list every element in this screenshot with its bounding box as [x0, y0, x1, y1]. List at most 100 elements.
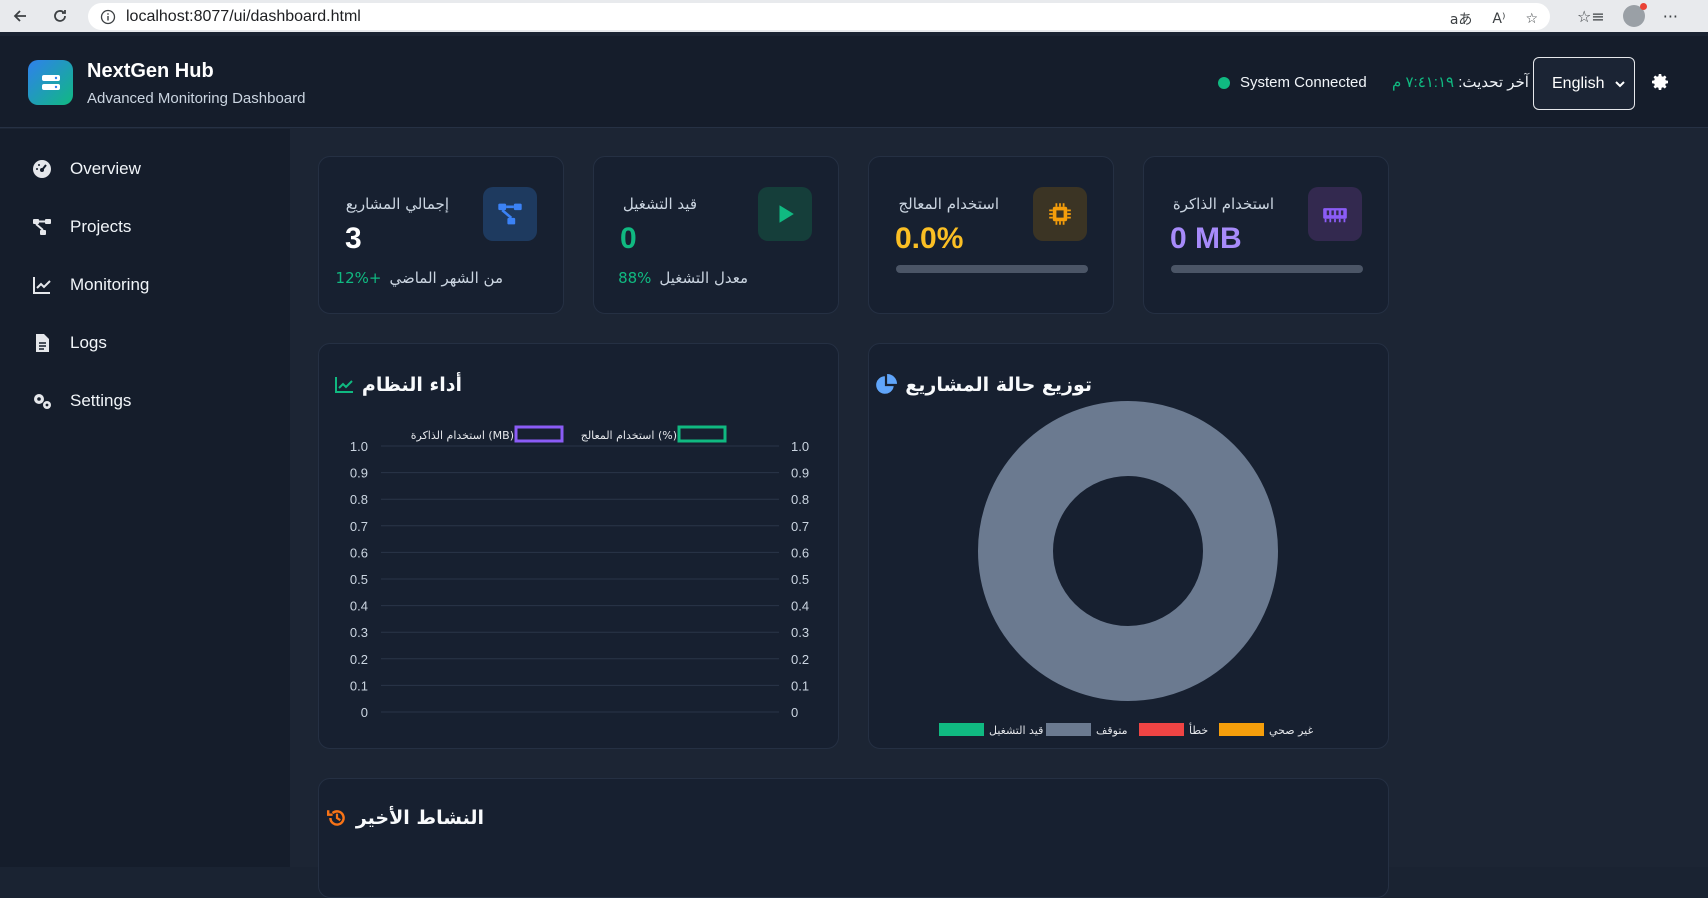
cogs-icon [34, 394, 51, 409]
sidebar-item-label: Overview [70, 159, 141, 178]
project-diagram-icon [483, 187, 537, 241]
profile-avatar[interactable] [1622, 3, 1647, 27]
y-tick-left: 0.4 [350, 599, 368, 614]
translate-icon[interactable]: aあ [1450, 9, 1473, 29]
history-icon [326, 810, 345, 826]
app-header: NextGen Hub Advanced Monitoring Dashboar… [0, 36, 1708, 128]
y-tick-right: 0.2 [791, 652, 809, 667]
stat-footer: معدل التشغيل 88% [618, 269, 748, 287]
info-icon [100, 9, 116, 24]
connection-status: System Connected [1218, 74, 1367, 91]
stat-title: استخدام الذاكرة [1172, 195, 1274, 213]
cpu-icon [1033, 187, 1087, 241]
brand-title: NextGen Hub [87, 60, 214, 82]
stat-value: 0.0% [895, 222, 964, 255]
stat-footer: من الشهر الماضي +12% [336, 269, 503, 287]
chart-line-icon [33, 277, 51, 294]
stat-foot-text: من الشهر الماضي [389, 269, 503, 287]
stat-foot-pct: 88% [618, 269, 652, 287]
y-tick-right: 0.4 [791, 599, 809, 614]
legend-swatch [1139, 723, 1184, 736]
legend-label: استخدام الذاكرة (MB) [411, 429, 514, 442]
panel-title-text: النشاط الأخير [355, 807, 484, 829]
last-update-time: ٧:٤١:١٩ م [1392, 74, 1455, 91]
sidebar-item-logs[interactable]: Logs [32, 328, 107, 358]
legend-label: متوقف [1096, 724, 1128, 737]
stat-title: استخدام المعالج [898, 195, 999, 213]
browser-toolbar: localhost:8077/ui/dashboard.html aあ A⁾ ☆… [0, 0, 1708, 32]
stat-title: قيد التشغيل [622, 195, 697, 213]
y-tick-left: 0.7 [350, 519, 368, 534]
sidebar-item-settings[interactable]: Settings [32, 386, 131, 416]
address-bar[interactable]: localhost:8077/ui/dashboard.html aあ A⁾ ☆ [88, 3, 1550, 30]
more-icon[interactable]: ··· [1663, 7, 1678, 26]
cpu-progress-bar [896, 265, 1088, 273]
project-status-panel: توزيع حالة المشاريع قيد التشغيل متوقف خطأ غ… [868, 343, 1389, 749]
legend-swatch [1046, 723, 1091, 736]
legend-swatch [939, 723, 984, 736]
gear-icon[interactable] [1650, 72, 1670, 92]
performance-line-chart: استخدام الذاكرة (MB) استخدام المعالج (%) 1… [350, 425, 809, 720]
brand-subtitle: Advanced Monitoring Dashboard [87, 90, 306, 107]
stat-card-running: قيد التشغيل 0 معدل التشغيل 88% [593, 156, 839, 314]
app-root: NextGen Hub Advanced Monitoring Dashboar… [0, 36, 1708, 898]
stat-value: 3 [345, 222, 362, 255]
legend-label: غير صحي [1269, 724, 1313, 737]
last-update: آخر تحديث: ٧:٤١:١٩ م [1392, 73, 1529, 91]
y-tick-left: 0.3 [350, 625, 368, 640]
y-tick-left: 0.9 [350, 466, 368, 481]
sidebar: Overview Projects Monitoring Logs Settin… [0, 129, 290, 867]
stat-card-cpu: استخدام المعالج 0.0% [868, 156, 1114, 314]
legend-swatch [1219, 723, 1264, 736]
star-icon[interactable]: ☆ [1525, 11, 1538, 27]
y-tick-right: 0.6 [791, 545, 809, 560]
chevron-down-icon [1615, 80, 1625, 87]
panel-title: النشاط الأخير [326, 807, 484, 829]
language-value: English [1552, 74, 1605, 92]
legend-label: استخدام المعالج (%) [581, 429, 677, 442]
pie-slice [978, 401, 1278, 701]
legend-swatch [677, 425, 727, 443]
play-icon [758, 187, 812, 241]
memory-progress-bar [1171, 265, 1363, 273]
stat-foot-text: معدل التشغيل [659, 269, 748, 287]
legend-label: خطأ [1189, 722, 1208, 737]
project-diagram-icon [33, 219, 51, 235]
status-text: System Connected [1240, 74, 1367, 91]
system-performance-panel: أداء النظام استخدام الذاكرة (MB) استخدام … [318, 343, 839, 749]
y-tick-right: 0.3 [791, 625, 809, 640]
legend-swatch [514, 425, 564, 443]
stat-value: 0 MB [1170, 222, 1242, 255]
stat-card-memory: استخدام الذاكرة 0 MB [1143, 156, 1389, 314]
back-icon[interactable] [2, 0, 38, 32]
y-tick-left: 0.1 [350, 678, 368, 693]
status-dot-icon [1218, 76, 1230, 89]
y-tick-right: 0.8 [791, 492, 809, 507]
stat-card-total-projects: إجمالي المشاريع 3 من الشهر الماضي +12% [318, 156, 564, 314]
y-tick-right: 1.0 [791, 439, 809, 454]
stat-foot-pct: +12% [335, 269, 382, 287]
project-status-donut-chart: قيد التشغيل متوقف خطأ غير صحي [939, 401, 1313, 737]
file-icon [36, 334, 49, 352]
url-text: localhost:8077/ui/dashboard.html [126, 7, 361, 25]
y-tick-left: 0 [361, 705, 368, 720]
y-tick-right: 0 [791, 705, 798, 720]
favorites-icon[interactable]: ☆≡ [1577, 7, 1605, 26]
recent-activity-panel: النشاط الأخير [318, 778, 1389, 898]
sidebar-item-monitoring[interactable]: Monitoring [32, 270, 149, 300]
reload-icon[interactable] [42, 0, 78, 32]
read-aloud-icon[interactable]: A⁾ [1492, 11, 1505, 27]
language-select[interactable]: English [1533, 57, 1635, 110]
y-tick-right: 0.5 [791, 572, 809, 587]
y-tick-right: 0.1 [791, 678, 809, 693]
y-tick-left: 0.8 [350, 492, 368, 507]
sidebar-item-projects[interactable]: Projects [32, 212, 131, 242]
logo-icon [28, 60, 73, 105]
y-tick-left: 0.5 [350, 572, 368, 587]
dashboard-icon [33, 160, 51, 178]
y-tick-right: 0.7 [791, 519, 809, 534]
sidebar-item-overview[interactable]: Overview [32, 154, 141, 184]
y-tick-left: 0.6 [350, 545, 368, 560]
sidebar-item-label: Projects [70, 217, 132, 236]
sidebar-item-label: Monitoring [70, 275, 150, 294]
